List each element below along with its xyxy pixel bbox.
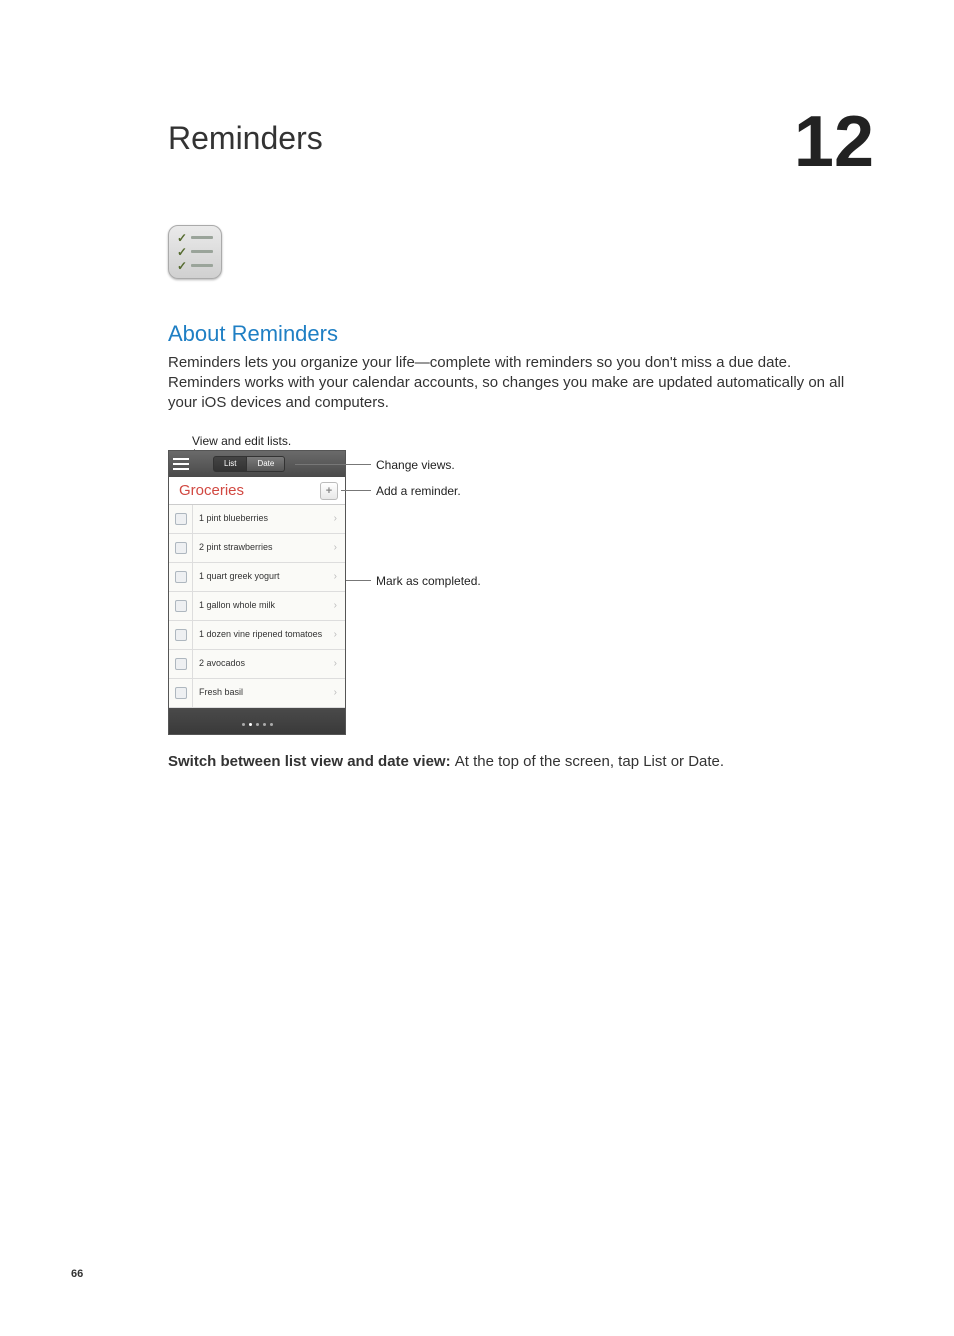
reminder-label: 2 pint strawberries: [193, 537, 334, 557]
chevron-right-icon: ›: [334, 629, 345, 640]
page-number: 66: [71, 1268, 83, 1280]
chevron-right-icon: ›: [334, 687, 345, 698]
list-title: Groceries: [179, 482, 244, 499]
chapter-title: Reminders: [168, 120, 323, 157]
reminder-label: Fresh basil: [193, 682, 334, 702]
callout-change-views: Change views.: [376, 458, 455, 472]
reminder-label: 2 avocados: [193, 653, 334, 673]
list-item[interactable]: 2 pint strawberries ›: [169, 534, 345, 563]
chevron-right-icon: ›: [334, 513, 345, 524]
reminder-label: 1 quart greek yogurt: [193, 566, 334, 586]
checkbox-icon[interactable]: [175, 658, 187, 670]
reminder-label: 1 pint blueberries: [193, 508, 334, 528]
list-item[interactable]: 1 dozen vine ripened tomatoes ›: [169, 621, 345, 650]
list-item[interactable]: 1 gallon whole milk ›: [169, 592, 345, 621]
intro-paragraph: Reminders lets you organize your life—co…: [168, 353, 848, 414]
checkbox-icon[interactable]: [175, 542, 187, 554]
checkmark-icon: ✓: [177, 261, 187, 271]
section-heading: About Reminders: [168, 321, 874, 347]
chevron-right-icon: ›: [334, 658, 345, 669]
seg-date[interactable]: Date: [247, 456, 285, 472]
add-reminder-button[interactable]: +: [320, 482, 338, 500]
reminder-label: 1 gallon whole milk: [193, 595, 334, 615]
chevron-right-icon: ›: [334, 542, 345, 553]
page-indicator: [169, 708, 345, 734]
callout-view-edit-lists: View and edit lists.: [192, 434, 874, 448]
checkbox-icon[interactable]: [175, 687, 187, 699]
checkbox-icon[interactable]: [175, 629, 187, 641]
reminder-list: 1 pint blueberries › 2 pint strawberries…: [169, 505, 345, 708]
checkbox-icon[interactable]: [175, 600, 187, 612]
list-item[interactable]: Fresh basil ›: [169, 679, 345, 708]
callout-mark-completed: Mark as completed.: [376, 574, 481, 588]
reminders-app-icon: ✓ ✓ ✓: [168, 225, 222, 279]
menu-icon[interactable]: [173, 457, 189, 471]
reminders-screenshot: List Date Groceries + 1 pint blueberries…: [168, 450, 346, 735]
checkmark-icon: ✓: [177, 247, 187, 257]
chapter-header: Reminders 12: [168, 120, 874, 175]
plus-icon: +: [326, 485, 332, 497]
reminder-label: 1 dozen vine ripened tomatoes: [193, 624, 334, 644]
chapter-number: 12: [794, 110, 874, 175]
list-item[interactable]: 2 avocados ›: [169, 650, 345, 679]
checkbox-icon[interactable]: [175, 571, 187, 583]
chevron-right-icon: ›: [334, 571, 345, 582]
instruction-line: Switch between list view and date view: …: [168, 753, 874, 770]
chevron-right-icon: ›: [334, 600, 345, 611]
checkbox-icon[interactable]: [175, 513, 187, 525]
callout-add-reminder: Add a reminder.: [376, 484, 461, 498]
list-item[interactable]: 1 pint blueberries ›: [169, 505, 345, 534]
view-segmented-control[interactable]: List Date: [213, 456, 285, 472]
checkmark-icon: ✓: [177, 233, 187, 243]
list-item[interactable]: 1 quart greek yogurt ›: [169, 563, 345, 592]
seg-list[interactable]: List: [213, 456, 247, 472]
